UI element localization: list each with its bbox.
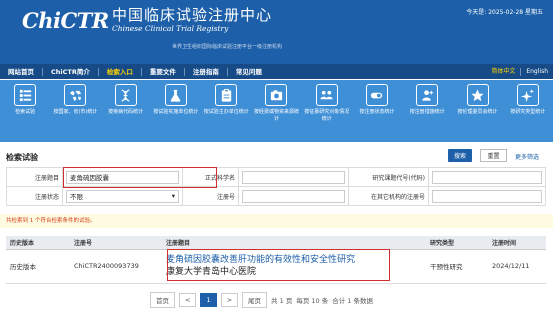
iconbar-label: 检索试验 [15, 109, 36, 115]
study-type-cell: 干预性研究 [426, 249, 488, 284]
sci-title-input[interactable] [242, 170, 345, 184]
prev-page-button[interactable]: < [179, 293, 197, 307]
site-title-cn: 中国临床试验注册中心 [112, 6, 273, 24]
lang-chinese[interactable]: 简体中文 [486, 67, 522, 76]
iconbar-by-sponsor[interactable]: 按试验主办单位统计 [201, 80, 251, 142]
more-filter-link[interactable]: 更多筛选 [515, 152, 539, 161]
user-add-icon [416, 84, 439, 106]
world-map-icon [64, 84, 87, 106]
list-icon [14, 84, 37, 106]
nav-documents[interactable]: 重要文件 [142, 67, 185, 76]
page-number-button[interactable]: 1 [200, 293, 217, 307]
current-date: 今天是: 2025-02-28 星期五 [466, 9, 543, 16]
chevron-down-icon: ▾ [171, 192, 175, 200]
flask-icon [164, 84, 187, 106]
dna-icon [114, 84, 137, 106]
nav-home[interactable]: 网站首页 [0, 67, 43, 76]
reg-no-label: 注册号 [182, 186, 239, 206]
iconbar-by-status[interactable]: 按注册状态统计 [352, 80, 402, 142]
other-reg-label: 在其它机构的注册号 [348, 186, 429, 206]
reset-button[interactable]: 重置 [480, 149, 507, 162]
main-nav: 网站首页 ChiCTR简介 检索入口 重要文件 注册指南 常见问题 简体中文 E… [0, 64, 553, 79]
toggle-icon [365, 84, 388, 106]
iconbar-label: 按经费或物资来源统计 [253, 109, 299, 122]
result-count-notice: 共检索到 1 个符合检索条件的试验。 [0, 214, 553, 228]
clipboard-icon [215, 84, 238, 106]
iconbar-label: 按注册措施统计 [409, 109, 445, 115]
site-subtitle: 世界卫生组织国际临床试验注册平台一级注册机构 [172, 44, 283, 50]
iconbar-label: 按疾病代码统计 [108, 109, 144, 115]
first-page-button[interactable]: 首页 [150, 292, 175, 308]
pagination: 首页 < 1 > 尾页 共 1 页 每页 10 条 合计 1 条数据 [150, 292, 373, 308]
iconbar-by-ethics[interactable]: 按伦理委员会统计 [452, 80, 502, 142]
iconbar-by-institution[interactable]: 按试验实施单位统计 [151, 80, 201, 142]
reg-no-input[interactable] [242, 189, 345, 203]
reg-time-cell: 2024/12/11 [488, 249, 546, 284]
history-link[interactable]: 历史版本 [6, 249, 70, 284]
iconbar-by-study-type[interactable]: 按研究类型统计 [503, 80, 553, 142]
reg-title-label: 注册题目 [6, 167, 63, 187]
next-page-button[interactable]: > [220, 293, 239, 307]
iconbar-label: 按征募研究对象情况统计 [304, 109, 350, 122]
other-reg-input[interactable] [432, 189, 542, 203]
col-type: 研究类型 [426, 236, 488, 250]
iconbar-by-region[interactable]: 按国家、省(市)统计 [50, 80, 100, 142]
results-header-row: 历史版本 注册号 注册题目 研究类型 注册时间 [6, 236, 546, 250]
reg-status-value: 不限 [70, 193, 83, 201]
star-icon [466, 84, 489, 106]
iconbar-by-measure[interactable]: 按注册措施统计 [402, 80, 452, 142]
nav-search-entry[interactable]: 检索入口 [99, 67, 142, 76]
iconbar-by-disease[interactable]: 按疾病代码统计 [101, 80, 151, 142]
col-reg-no: 注册号 [70, 236, 162, 250]
col-time: 注册时间 [488, 236, 546, 250]
lang-english[interactable]: English [521, 68, 553, 76]
per-page: 每页 10 条 [296, 297, 329, 305]
total-count: 合计 1 条数据 [332, 297, 374, 305]
search-button[interactable]: 搜索 [448, 149, 472, 162]
iconbar-label: 按国家、省(市)统计 [53, 109, 98, 115]
nav-faq[interactable]: 常见问题 [228, 68, 270, 76]
reg-no-cell: ChiCTR2400093739 [70, 249, 162, 284]
project-code-label: 研究课题代号(代码) [348, 167, 429, 187]
total-pages: 共 1 页 [271, 297, 293, 305]
camera-icon [265, 84, 288, 106]
project-code-input[interactable] [432, 170, 542, 184]
iconbar-label: 按试验实施单位统计 [153, 109, 199, 115]
sparkle-icon [516, 84, 539, 106]
col-history: 历史版本 [6, 236, 70, 250]
iconbar-label: 按伦理委员会统计 [457, 109, 498, 115]
site-title-en: Chinese Clinical Trial Registry [112, 24, 229, 33]
highlight-box-search [63, 167, 217, 188]
iconbar-label: 按试验主办单位统计 [203, 109, 249, 115]
reg-status-select[interactable]: 不限 ▾ [66, 189, 179, 203]
nav-about[interactable]: ChiCTR简介 [43, 67, 99, 76]
last-page-button[interactable]: 尾页 [242, 292, 268, 308]
highlight-box-result [167, 249, 390, 281]
search-section-title: 检索试验 [6, 153, 38, 162]
iconbar-label: 按注册状态统计 [359, 109, 395, 115]
reg-status-label: 注册状态 [6, 186, 63, 206]
group-icon [315, 84, 338, 106]
iconbar-label: 按研究类型统计 [510, 109, 546, 115]
iconbar-search-trials[interactable]: 检索试验 [0, 80, 50, 142]
nav-guide[interactable]: 注册指南 [185, 67, 228, 76]
iconbar-by-funding[interactable]: 按经费或物资来源统计 [251, 80, 301, 142]
site-header: ChiCTR 中国临床试验注册中心 Chinese Clinical Trial… [0, 0, 553, 64]
iconbar-by-recruitment[interactable]: 按征募研究对象情况统计 [302, 80, 352, 142]
stats-icon-bar: 检索试验 按国家、省(市)统计 按疾病代码统计 按试验实施单位统计 按试验主办单… [0, 80, 553, 142]
col-title: 注册题目 [162, 236, 426, 250]
chictr-logo[interactable]: ChiCTR [22, 10, 109, 31]
